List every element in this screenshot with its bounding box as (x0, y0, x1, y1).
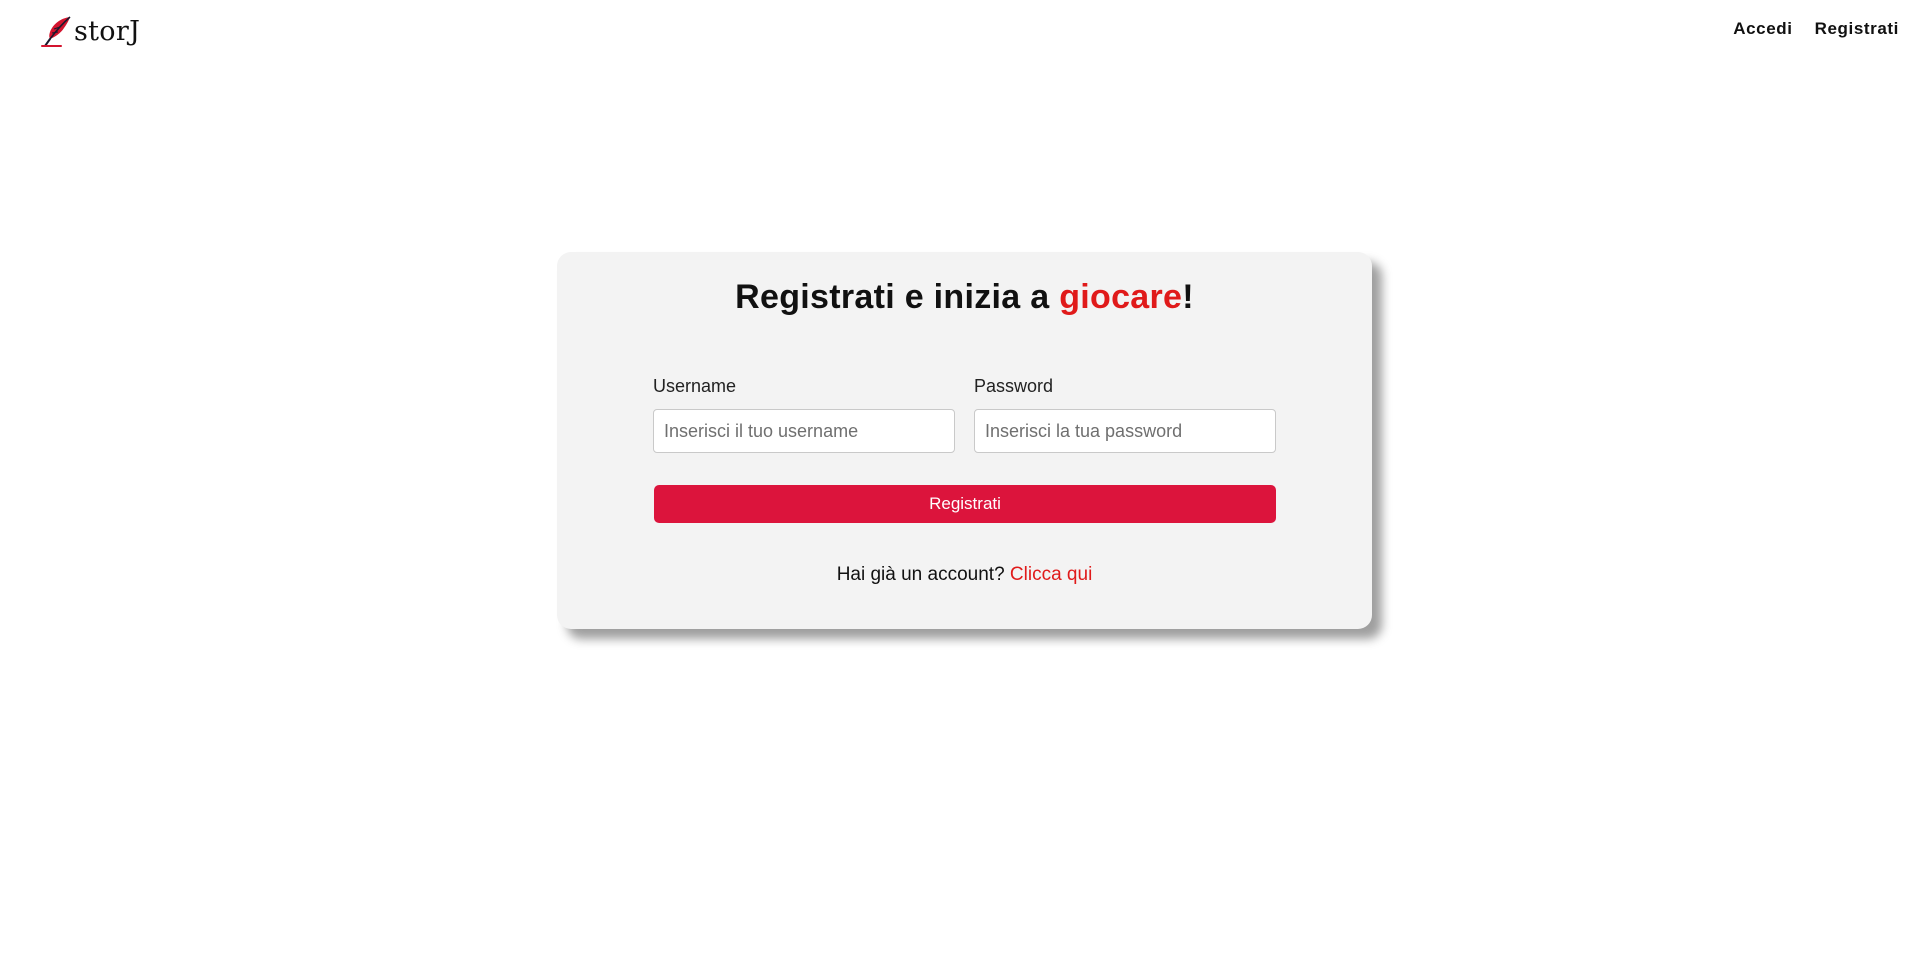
nav-login-link[interactable]: Accedi (1733, 19, 1792, 39)
password-input[interactable] (974, 409, 1276, 453)
card-title: Registrati e inizia a giocare! (557, 278, 1372, 317)
login-prompt-text: Hai già un account? (836, 564, 1010, 585)
title-prefix: Registrati e inizia a (735, 278, 1060, 316)
password-field-group: Password (974, 376, 1276, 453)
brand-name: storJ (74, 16, 141, 47)
username-input[interactable] (653, 409, 955, 453)
register-card: Registrati e inizia a giocare! Username … (557, 252, 1372, 629)
quill-feather-icon (41, 15, 73, 49)
title-accent: giocare (1059, 278, 1183, 316)
login-hint: Hai già un account? Clicca qui (557, 564, 1372, 586)
username-label: Username (653, 376, 737, 396)
password-label: Password (974, 376, 1054, 396)
nav-register-link[interactable]: Registrati (1815, 19, 1899, 39)
username-field-group: Username (653, 376, 955, 453)
login-link[interactable]: Clicca qui (1010, 564, 1092, 585)
top-navbar: storJ Accedi Registrati (0, 0, 1918, 66)
title-suffix: ! (1182, 278, 1194, 316)
brand-logo-link[interactable]: storJ (41, 15, 140, 49)
nav-links: Accedi Registrati (1733, 19, 1899, 39)
register-submit-button[interactable]: Registrati (654, 485, 1276, 523)
